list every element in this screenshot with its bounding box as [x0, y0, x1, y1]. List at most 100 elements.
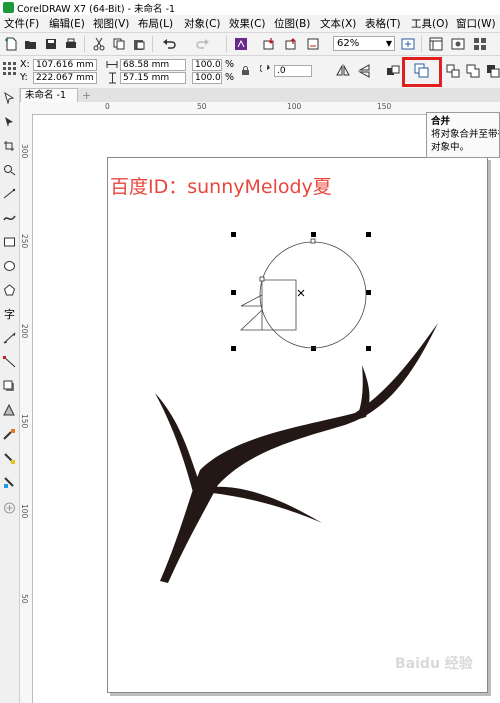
menu-text[interactable]: 文本(X): [320, 16, 356, 31]
trim-icon[interactable]: [486, 64, 500, 78]
rectangle-tool-icon[interactable]: [3, 236, 16, 248]
document-tab[interactable]: 未命名 -1: [20, 88, 78, 102]
mirror-vertical-icon[interactable]: [358, 64, 372, 78]
ellipse-tool-icon[interactable]: [3, 260, 16, 272]
width-icon: [106, 61, 118, 68]
publish-pdf-icon[interactable]: [306, 37, 320, 51]
open-folder-icon[interactable]: [24, 37, 38, 51]
menu-window[interactable]: 窗口(W): [456, 16, 496, 31]
toolbox: 字: [0, 88, 20, 703]
text-tool-icon[interactable]: 字: [4, 306, 15, 322]
scale-x-field[interactable]: 100.0: [192, 59, 222, 71]
standard-toolbar: 62% ▼: [0, 33, 500, 56]
menu-object[interactable]: 对象(C): [184, 16, 221, 31]
add-tab-icon[interactable]: +: [82, 89, 91, 102]
menu-bar: 文件(F) 编辑(E) 视图(V) 布局(L) 对象(C) 效果(C) 位图(B…: [0, 15, 500, 33]
artistic-media-icon[interactable]: [3, 212, 16, 224]
ruler-tick-label: 250: [20, 234, 29, 249]
freehand-tool-icon[interactable]: [3, 188, 16, 200]
paste-icon[interactable]: [132, 37, 146, 51]
undo-icon[interactable]: [162, 37, 176, 51]
zoom-level-select[interactable]: 62% ▼: [333, 36, 395, 51]
menu-tools[interactable]: 工具(O): [411, 16, 448, 31]
window-title: CorelDRAW X7 (64-Bit) - 未命名 -1: [17, 4, 176, 15]
baidu-watermark: Baidu 经验: [395, 656, 473, 672]
ruler-tick-label: 150: [377, 102, 392, 111]
application-launcher-icon[interactable]: [473, 37, 487, 51]
ruler-tick-label: 300: [20, 144, 29, 159]
copy-icon[interactable]: [112, 37, 126, 51]
y-label: Y:: [20, 72, 28, 83]
print-icon[interactable]: [64, 37, 78, 51]
connector-tool-icon[interactable]: [3, 356, 16, 368]
toolbar-separator: [84, 36, 85, 52]
add-tool-icon[interactable]: [3, 502, 16, 514]
tooltip-line: 将对象合并至带有: [431, 129, 500, 140]
width-field[interactable]: 68.58 mm: [120, 59, 186, 71]
combine-button-highlight: [402, 57, 442, 87]
transparency-tool-icon[interactable]: [3, 404, 16, 416]
pick-tool-icon[interactable]: [3, 92, 16, 104]
weld-icon[interactable]: [466, 64, 480, 78]
smart-fill-icon[interactable]: [3, 476, 16, 488]
node-handle[interactable]: [310, 238, 316, 244]
shape-tool-icon[interactable]: [3, 116, 16, 128]
lock-ratio-icon[interactable]: [241, 66, 250, 76]
percent-label: %: [225, 72, 235, 83]
scale-y-field[interactable]: 100.0: [192, 72, 222, 84]
circle-shape[interactable]: [259, 241, 367, 349]
full-screen-preview-icon[interactable]: [401, 37, 415, 51]
export-icon[interactable]: [284, 37, 298, 51]
toolbar-separator: [226, 36, 227, 52]
toolbar-separator: [152, 36, 153, 52]
toolbar-separator: [421, 36, 422, 52]
vertical-ruler: 300 250 200 150 100 50: [20, 114, 33, 703]
percent-label: %: [225, 59, 235, 70]
branch-artwork[interactable]: [155, 323, 438, 583]
height-field[interactable]: 57.15 mm: [120, 72, 186, 84]
x-label: X:: [20, 59, 30, 70]
menu-effects[interactable]: 效果(C): [229, 16, 266, 31]
menu-table[interactable]: 表格(T): [365, 16, 401, 31]
rectangle-shape[interactable]: [240, 279, 297, 331]
ruler-tick-label: 50: [20, 594, 29, 604]
interactive-fill-icon[interactable]: [3, 452, 16, 464]
group-icon[interactable]: [386, 64, 400, 78]
menu-bitmaps[interactable]: 位图(B): [274, 16, 310, 31]
redo-icon[interactable]: [196, 37, 210, 51]
polygon-tool-icon[interactable]: [3, 284, 16, 296]
break-apart-icon[interactable]: [446, 64, 460, 78]
crop-tool-icon[interactable]: [3, 140, 16, 152]
combine-tooltip: 合并 将对象合并至带有 对象中。: [426, 112, 500, 158]
coreldraw-logo-icon: [3, 2, 14, 13]
menu-file[interactable]: 文件(F): [4, 16, 39, 31]
rotation-icon: [260, 65, 270, 73]
zoom-tool-icon[interactable]: [3, 164, 16, 176]
import-icon[interactable]: [262, 37, 276, 51]
search-content-icon[interactable]: [234, 37, 248, 51]
menu-edit[interactable]: 编辑(E): [49, 16, 85, 31]
watermark-text: 百度ID：sunnyMelody夏: [110, 176, 332, 198]
height-icon: [109, 72, 116, 84]
ruler-tick-label: 200: [20, 324, 29, 339]
options-icon[interactable]: [451, 37, 465, 51]
menu-view[interactable]: 视图(V): [93, 16, 129, 31]
parallel-dimension-icon[interactable]: [3, 332, 16, 344]
tooltip-title: 合并: [431, 116, 451, 127]
menu-layout[interactable]: 布局(L): [138, 16, 173, 31]
mirror-horizontal-icon[interactable]: [336, 64, 350, 78]
x-position-field[interactable]: 107.616 mm: [33, 59, 97, 71]
drop-shadow-icon[interactable]: [3, 380, 16, 392]
new-document-icon[interactable]: [4, 37, 18, 51]
object-origin-icon[interactable]: [3, 62, 16, 75]
y-position-field[interactable]: 222.067 mm: [33, 72, 97, 84]
ruler-tick-label: 100: [20, 504, 29, 519]
cut-icon[interactable]: [92, 37, 106, 51]
node-handle[interactable]: [259, 276, 265, 282]
drawing-artwork[interactable]: [140, 225, 440, 585]
color-eyedropper-icon[interactable]: [3, 428, 16, 440]
rotation-field[interactable]: .0: [274, 65, 312, 77]
save-icon[interactable]: [44, 37, 58, 51]
snap-to-icon[interactable]: [429, 37, 443, 51]
ruler-tick-label: 0: [105, 102, 110, 111]
